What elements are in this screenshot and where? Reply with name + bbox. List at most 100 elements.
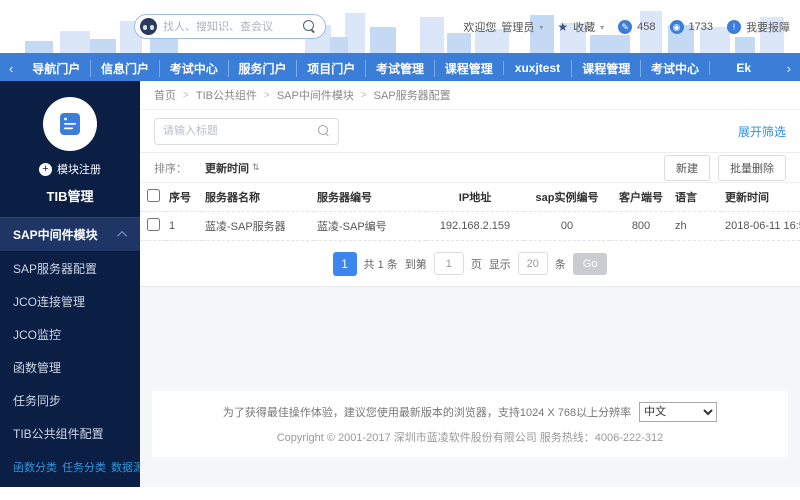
search-icon[interactable] [303, 20, 316, 33]
eye-icon[interactable]: ◉ [669, 20, 684, 34]
nav-item-8[interactable]: 课程管理 [571, 59, 640, 77]
user-caret-icon[interactable]: ▾ [539, 23, 543, 32]
header-user-area: 欢迎您 管理员 ▾ ★ 收藏 ▾ ✎ 458 ◉ 1733 ! 我要报障 [458, 19, 790, 35]
col-ip: IP地址 [426, 183, 524, 212]
select-all-checkbox[interactable] [146, 189, 160, 202]
cell-server-name[interactable]: 蓝凌-SAP服务器 [202, 211, 314, 241]
sidebar-title: TIB管理 [46, 189, 94, 204]
col-sap-instance: sap实例编号 [524, 183, 610, 212]
sidebar-item-tib-component-config[interactable]: TIB公共组件配置 [0, 417, 140, 450]
breadcrumb-separator-icon: > [263, 89, 270, 101]
page-number-input[interactable] [433, 252, 464, 275]
module-avatar [43, 97, 97, 151]
favorites-menu[interactable]: 收藏 [573, 19, 595, 35]
sidebar-item-jco-connection[interactable]: JCO连接管理 [0, 285, 140, 318]
bottom-gap [140, 457, 800, 487]
expand-filter-link[interactable]: 展开筛选 [738, 123, 786, 140]
size-unit-label: 条 [554, 258, 566, 271]
nav-item-6[interactable]: 课程管理 [433, 59, 503, 77]
col-updated: 更新时间 [722, 183, 800, 212]
table-row[interactable]: 1 蓝凌-SAP服务器 蓝凌-SAP编号 192.168.2.159 00 80… [140, 211, 800, 241]
col-language: 语言 [672, 183, 722, 212]
star-icon: ★ [557, 20, 569, 34]
sidebar-group-sap-middleware[interactable]: SAP中间件模块 [0, 217, 140, 252]
main-content: 首页 > TIB公共组件 > SAP中间件模块 > SAP服务器配置 展开筛选 … [140, 81, 800, 487]
global-search[interactable] [134, 14, 326, 39]
nav-item-1[interactable]: 信息门户 [90, 59, 159, 77]
cell-updated: 2018-06-11 16:59 [722, 211, 800, 241]
footer: 为了获得最佳操作体验，建议您使用最新版本的浏览器，支持1024 X 768以上分… [152, 391, 788, 457]
title-search-input[interactable] [163, 125, 318, 137]
sidebar-links: 函数分类 任务分类 数据源 [0, 450, 144, 484]
module-register-label: 模块注册 [57, 164, 101, 176]
go-button[interactable]: Go [572, 252, 608, 275]
welcome-text: 欢迎您 [463, 22, 497, 34]
nav-item-4[interactable]: 项目门户 [296, 59, 365, 77]
page-1-button[interactable]: 1 [332, 251, 357, 276]
sidebar-item-task-sync[interactable]: 任务同步 [0, 384, 140, 417]
nav-scroll-right-icon[interactable]: › [778, 61, 800, 76]
portal-nav-bar: ‹ 导航门户 信息门户 考试中心 服务门户 项目门户 考试管理 课程管理 xux… [0, 55, 800, 81]
edit-count: 458 [637, 21, 656, 33]
col-server-code: 服务器编号 [314, 183, 426, 212]
nav-item-7[interactable]: xuxjtest [502, 61, 572, 75]
nav-item-0[interactable]: 导航门户 [22, 60, 90, 77]
nav-item-5[interactable]: 考试管理 [365, 59, 434, 77]
pencil-icon[interactable]: ✎ [618, 20, 633, 34]
nav-item-9[interactable]: 考试中心 [640, 59, 709, 77]
page-size-input[interactable] [517, 252, 548, 275]
sidebar-header: + 模块注册 TIB管理 [0, 81, 140, 217]
breadcrumb-tib-component[interactable]: TIB公共组件 [196, 87, 257, 103]
sidebar-item-jco-monitor[interactable]: JCO监控 [0, 318, 140, 351]
nav-item-3[interactable]: 服务门户 [227, 59, 297, 77]
total-count: 共 1 条 [363, 258, 398, 271]
sort-arrows-icon[interactable]: ⇅ [252, 162, 260, 173]
col-client: 客户端号 [610, 183, 672, 212]
row-checkbox[interactable] [146, 218, 160, 231]
nav-item-2[interactable]: 考试中心 [158, 59, 228, 77]
language-select[interactable]: 中文 [639, 402, 718, 422]
show-label: 显示 [488, 258, 511, 271]
breadcrumb-home[interactable]: 首页 [154, 87, 176, 103]
cell-client: 800 [610, 211, 672, 241]
batch-delete-button[interactable]: 批量删除 [718, 154, 786, 181]
footer-copyright: Copyright © 2001-2017 深圳市蓝凌软件股份有限公司 服务热线… [276, 432, 664, 444]
nav-item-10[interactable]: Ek [708, 61, 778, 75]
new-button[interactable]: 新建 [664, 154, 710, 181]
cell-seq: 1 [166, 211, 202, 241]
report-issue-link[interactable]: 我要报障 [746, 19, 790, 35]
favorites-caret-icon[interactable]: ▾ [600, 23, 604, 32]
document-icon [60, 113, 80, 135]
search-icon[interactable] [318, 125, 330, 137]
breadcrumb-separator-icon: > [183, 89, 189, 101]
cell-server-code: 蓝凌-SAP编号 [314, 211, 426, 241]
to-page-label: 到第 [404, 258, 427, 271]
cell-sap-instance: 00 [524, 211, 610, 241]
server-table: 序号 服务器名称 服务器编号 IP地址 sap实例编号 客户端号 语言 更新时间… [140, 183, 800, 241]
link-task-category[interactable]: 任务分类 [62, 459, 106, 475]
action-buttons: 新建 批量删除 [656, 154, 786, 181]
title-search-box[interactable] [154, 117, 339, 145]
link-function-category[interactable]: 函数分类 [13, 459, 57, 475]
sidebar-group-label: SAP中间件模块 [13, 228, 98, 242]
footer-notice: 为了获得最佳操作体验，建议您使用最新版本的浏览器，支持1024 X 768以上分… [222, 407, 632, 419]
module-register-button[interactable]: + 模块注册 [0, 161, 140, 177]
top-header: 欢迎您 管理员 ▾ ★ 收藏 ▾ ✎ 458 ◉ 1733 ! 我要报障 [0, 0, 800, 55]
nav-items: 导航门户 信息门户 考试中心 服务门户 项目门户 考试管理 课程管理 xuxjt… [22, 55, 777, 81]
sidebar-item-sap-server-config[interactable]: SAP服务器配置 [0, 252, 140, 285]
nav-scroll-left-icon[interactable]: ‹ [0, 61, 22, 76]
breadcrumb-current: SAP服务器配置 [373, 90, 451, 102]
cell-language: zh [672, 211, 722, 241]
user-menu[interactable]: 管理员 [501, 19, 534, 35]
global-search-input[interactable] [163, 20, 303, 33]
report-issue-icon[interactable]: ! [727, 20, 741, 34]
sidebar: + 模块注册 TIB管理 SAP中间件模块 SAP服务器配置 JCO连接管理 J… [0, 81, 144, 487]
breadcrumb-sap-middleware[interactable]: SAP中间件模块 [277, 87, 354, 103]
col-seq: 序号 [166, 183, 202, 212]
breadcrumb-separator-icon: > [360, 89, 367, 101]
sort-field[interactable]: 更新时间 [205, 160, 249, 176]
robot-assistant-icon [140, 18, 157, 35]
sidebar-item-function-mgmt[interactable]: 函数管理 [0, 351, 140, 384]
sort-label: 排序： [154, 162, 187, 175]
